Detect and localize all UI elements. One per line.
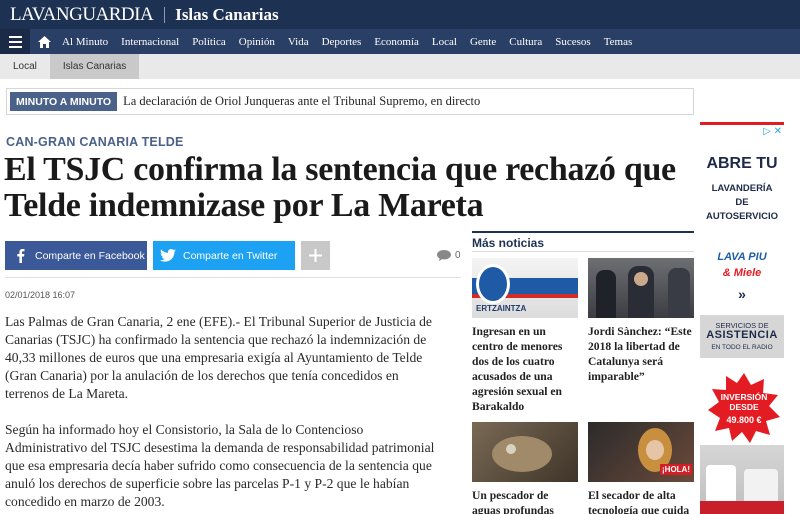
nav-item-deportes[interactable]: Deportes (322, 36, 362, 48)
ad-subheadline-line: AUTOSERVICIO (706, 211, 778, 222)
nav-item-economia[interactable]: Economía (374, 36, 419, 48)
ad-burst-line: DESDE (729, 402, 759, 412)
article-paragraph: Las Palmas de Gran Canaria, 2 ene (EFE).… (5, 314, 432, 401)
news-card[interactable]: ¡HOLA! El secador de alta tecnología que… (588, 422, 694, 514)
news-headline[interactable]: Ingresan en un centro de menores dos de … (472, 324, 578, 414)
share-bar: Comparte en Facebook Comparte en Twitter (5, 241, 461, 270)
ticker-label[interactable]: MINUTO A MINUTO (10, 92, 118, 111)
news-card[interactable]: Jordi Sànchez: “Este 2018 la libertad de… (588, 258, 694, 384)
news-card[interactable]: ERTZAINTZA Ingresan en un centro de meno… (472, 258, 578, 414)
chevron-right-icon: » (738, 286, 746, 302)
nav-items: Al Minuto Internacional Política Opinión… (62, 36, 645, 48)
nav-item-opinion[interactable]: Opinión (239, 36, 275, 48)
share-twitter-button[interactable]: Comparte en Twitter (153, 241, 295, 270)
hamburger-menu-icon[interactable] (0, 29, 30, 54)
article-paragraph: Según ha informado hoy el Consistorio, l… (5, 422, 435, 509)
ad-subheadline-line: DE (735, 197, 749, 208)
main-nav: Al Minuto Internacional Política Opinión… (0, 29, 800, 54)
nav-item-internacional[interactable]: Internacional (121, 36, 179, 48)
news-thumbnail[interactable]: ERTZAINTZA (472, 258, 578, 318)
more-news-title: Más noticias (472, 236, 545, 250)
nav-item-local[interactable]: Local (432, 36, 457, 48)
nav-item-temas[interactable]: Temas (604, 36, 633, 48)
news-thumbnail[interactable] (588, 258, 694, 318)
ad-service-box: SERVICIOS DE ASISTENCIA EN TODO EL RADIO (700, 315, 784, 358)
ad-burst-line: INVERSIÓN (720, 392, 768, 402)
ad-headline: ABRE TU (706, 155, 778, 172)
ad-burst-text: INVERSIÓN DESDE (708, 392, 780, 412)
more-news-divider (472, 251, 694, 252)
ad-choices-close-icon[interactable]: ▷ ✕ (763, 126, 782, 137)
nav-item-al-minuto[interactable]: Al Minuto (62, 36, 108, 48)
ad-brand-logo: LAVA PIU (717, 251, 767, 263)
brand-logo[interactable]: LAVANGUARDIA (10, 4, 154, 26)
share-facebook-button[interactable]: Comparte en Facebook (5, 241, 147, 270)
news-thumbnail[interactable]: ¡HOLA! (588, 422, 694, 482)
nav-item-gente[interactable]: Gente (470, 36, 496, 48)
share-facebook-label: Comparte en Facebook (35, 249, 145, 262)
top-header: LAVANGUARDIA Islas Canarias (0, 0, 800, 29)
article-body: Las Palmas de Gran Canaria, 2 ene (EFE).… (5, 313, 445, 514)
article-date: 02/01/2018 16:07 (5, 290, 76, 300)
ad-brand-logo: & Miele (722, 267, 762, 279)
news-headline[interactable]: Jordi Sànchez: “Este 2018 la libertad de… (588, 324, 694, 384)
share-more-button[interactable] (301, 241, 330, 270)
news-headline[interactable]: Un pescador de aguas profundas (472, 488, 578, 514)
share-twitter-label: Comparte en Twitter (183, 249, 278, 262)
nav-item-sucesos[interactable]: Sucesos (555, 36, 590, 48)
news-thumb-text: ¡HOLA! (660, 464, 692, 475)
nav-item-cultura[interactable]: Cultura (509, 36, 542, 48)
news-thumbnail[interactable] (472, 422, 578, 482)
ad-subheadline-line: LAVANDERÍA (711, 183, 773, 194)
ad-box-line: EN TODO EL RADIO (711, 344, 773, 351)
breadcrumb-local[interactable]: Local (0, 54, 50, 79)
ad-price-burst: INVERSIÓN DESDE 49.800 € (708, 373, 780, 443)
more-news-top-rule (472, 231, 694, 233)
news-card[interactable]: Un pescador de aguas profundas (472, 422, 578, 514)
ad-subheadline: LAVANDERÍA DE AUTOSERVICIO (700, 182, 784, 224)
ad-burst-amount: 49.800 € (726, 415, 762, 425)
header-divider (164, 6, 166, 23)
news-thumb-text: ERTZAINTZA (476, 304, 527, 313)
twitter-icon (153, 241, 183, 270)
breadcrumb: Local Islas Canarias (0, 54, 800, 79)
ticker-headline-link[interactable]: La declaración de Oriol Junqueras ante e… (123, 94, 480, 109)
ad-box-line: ASISTENCIA (706, 329, 778, 341)
ad-product-image (700, 445, 784, 514)
plus-icon (309, 249, 322, 262)
live-ticker: MINUTO A MINUTO La declaración de Oriol … (6, 88, 694, 115)
nav-item-vida[interactable]: Vida (288, 36, 309, 48)
nav-item-politica[interactable]: Política (192, 36, 226, 48)
comments-link[interactable]: 0 (437, 250, 461, 261)
article-kicker: CAN-GRAN CANARIA TELDE (6, 135, 184, 149)
facebook-icon (5, 241, 35, 270)
home-icon[interactable] (30, 29, 58, 54)
comment-count: 0 (455, 250, 461, 261)
article-headline: El TSJC confirma la sentencia que rechaz… (4, 151, 676, 224)
breadcrumb-islas-canarias[interactable]: Islas Canarias (49, 54, 140, 79)
news-headline[interactable]: El secador de alta tecnología que cuida (588, 488, 694, 514)
advertisement-banner[interactable]: ▷ ✕ ABRE TU LAVANDERÍA DE AUTOSERVICIO L… (700, 122, 784, 514)
comment-bubble-icon (437, 250, 451, 261)
section-title[interactable]: Islas Canarias (175, 5, 278, 25)
share-divider (5, 277, 461, 278)
